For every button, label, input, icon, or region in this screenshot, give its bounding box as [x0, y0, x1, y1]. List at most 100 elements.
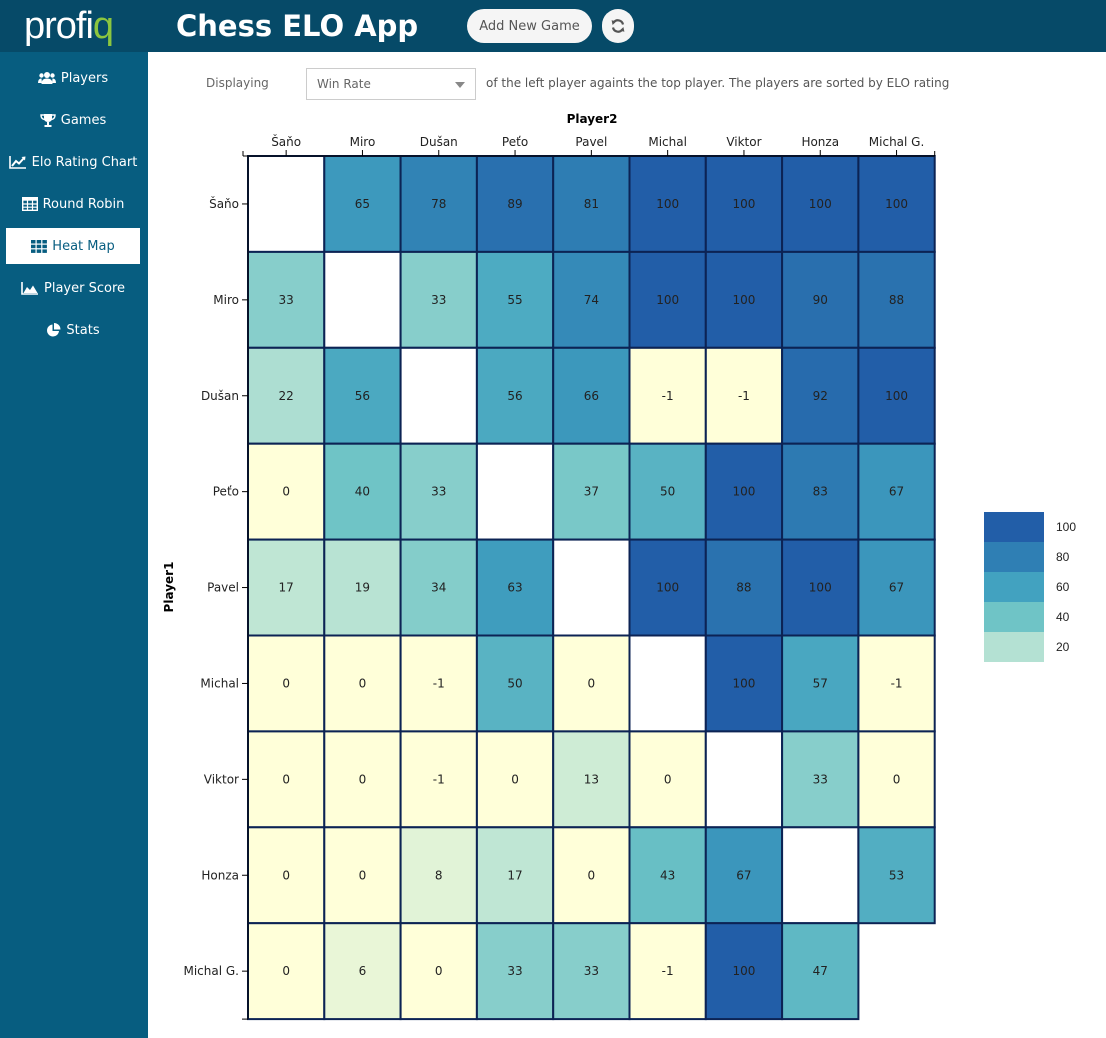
legend-swatch — [984, 602, 1044, 632]
cell-value-label: -1 — [433, 772, 445, 786]
cell-value-label: 67 — [736, 868, 751, 882]
cell-value-label: 43 — [660, 868, 675, 882]
cell-value-label: 37 — [584, 485, 599, 499]
legend-label: 60 — [1056, 580, 1070, 594]
cell-value-label: 47 — [813, 964, 828, 978]
cell-value-label: -1 — [433, 676, 445, 690]
cell-value-label: 22 — [279, 389, 294, 403]
cell-value-label: 81 — [584, 197, 599, 211]
cell-value-label: 6 — [359, 964, 367, 978]
heatmap-cell-blank — [247, 155, 326, 253]
cell-value-label: 74 — [584, 293, 599, 307]
cell-value-label: 33 — [584, 964, 599, 978]
cell-value-label: 100 — [656, 293, 679, 307]
legend-swatch — [984, 572, 1044, 602]
cell-value-label: 100 — [809, 197, 832, 211]
y-axis-title: Player1 — [162, 562, 176, 613]
cell-value-label: 66 — [584, 389, 599, 403]
y-tick-label: Michal — [200, 676, 239, 690]
cell-value-label: 100 — [656, 581, 679, 595]
cell-value-label: 100 — [732, 964, 755, 978]
cell-value-label: 33 — [279, 293, 294, 307]
cell-value-label: 55 — [507, 293, 522, 307]
cell-value-label: -1 — [662, 964, 674, 978]
x-tick-label: Pavel — [575, 135, 607, 149]
y-tick-label: Viktor — [204, 772, 239, 786]
cell-value-label: 100 — [732, 485, 755, 499]
x-tick-label: Honza — [801, 135, 839, 149]
cell-value-label: 17 — [279, 581, 294, 595]
cell-value-label: 0 — [588, 676, 596, 690]
cell-value-label: 90 — [813, 293, 828, 307]
heatmap-cell-blank — [475, 442, 555, 541]
cell-value-label: 56 — [355, 389, 370, 403]
heatmap-cell-blank — [323, 250, 402, 349]
cell-value-label: 100 — [732, 293, 755, 307]
heatmap-chart: Player2 Player1 65 78 89 81 100 100 100 10033 33… — [162, 112, 936, 1021]
cell-value-label: -1 — [738, 389, 750, 403]
x-tick-label: Viktor — [726, 135, 761, 149]
cell-value-label: 0 — [359, 772, 367, 786]
cell-value-label: 33 — [431, 485, 446, 499]
cell-value-label: 100 — [809, 581, 832, 595]
y-tick-label: Pavel — [207, 581, 239, 595]
legend-swatch — [984, 632, 1044, 662]
cell-value-label: 63 — [507, 581, 522, 595]
cell-value-label: 17 — [507, 868, 522, 882]
heatmap-cell-blank — [704, 730, 784, 829]
x-tick-label: Michal G. — [869, 135, 925, 149]
cell-value-label: 0 — [359, 676, 367, 690]
heatmap-cell-blank — [399, 346, 478, 445]
cell-value-label: 0 — [282, 676, 290, 690]
cell-value-label: 19 — [355, 581, 370, 595]
y-tick-label: Dušan — [201, 389, 239, 403]
cell-value-label: 88 — [889, 293, 904, 307]
cell-value-label: 78 — [431, 197, 446, 211]
cell-value-label: 33 — [813, 772, 828, 786]
cell-value-label: 40 — [355, 485, 370, 499]
cell-value-label: 0 — [359, 868, 367, 882]
cell-value-label: 0 — [588, 868, 596, 882]
heatmap-cell-blank — [781, 826, 860, 925]
cell-value-label: 92 — [813, 389, 828, 403]
cell-value-label: 67 — [889, 485, 904, 499]
cell-value-label: 83 — [813, 485, 828, 499]
cell-value-label: 56 — [507, 389, 522, 403]
x-axis-title: Player2 — [567, 112, 618, 126]
cell-value-label: 13 — [584, 772, 599, 786]
x-tick-label: Peťo — [502, 135, 528, 149]
cell-value-label: 0 — [511, 772, 519, 786]
cell-value-label: 0 — [282, 772, 290, 786]
cell-value-label: 100 — [656, 197, 679, 211]
cell-value-label: 100 — [885, 197, 908, 211]
cell-value-label: 0 — [282, 868, 290, 882]
cell-value-label: 0 — [893, 772, 901, 786]
x-tick-label: Dušan — [420, 135, 458, 149]
y-tick-label: Šaňo — [209, 196, 239, 211]
cell-value-label: 67 — [889, 581, 904, 595]
cell-value-label: 33 — [431, 293, 446, 307]
cell-value-label: 65 — [355, 197, 370, 211]
cell-value-label: 50 — [660, 485, 675, 499]
cell-value-label: 50 — [507, 676, 522, 690]
legend-label: 40 — [1056, 610, 1070, 624]
cell-value-label: 89 — [507, 197, 522, 211]
y-tick-label: Michal G. — [183, 964, 239, 978]
cell-value-label: -1 — [891, 676, 903, 690]
y-tick-label: Peťo — [213, 485, 239, 499]
x-tick-label: Miro — [350, 135, 376, 149]
legend-swatch — [984, 542, 1044, 572]
cell-value-label: 100 — [732, 197, 755, 211]
cell-value-label: 57 — [813, 676, 828, 690]
cell-value-label: 88 — [736, 581, 751, 595]
color-legend: 100 80 60 40 20 — [984, 512, 1076, 662]
cell-value-label: 0 — [282, 485, 290, 499]
legend-swatch — [984, 512, 1044, 542]
y-tick-label: Honza — [201, 868, 239, 882]
cell-value-label: 8 — [435, 868, 443, 882]
cell-value-label: 0 — [664, 772, 672, 786]
x-tick-label: Šaňo — [271, 134, 301, 149]
cell-value-label: 0 — [282, 964, 290, 978]
legend-label: 80 — [1056, 550, 1070, 564]
cell-value-label: 33 — [507, 964, 522, 978]
